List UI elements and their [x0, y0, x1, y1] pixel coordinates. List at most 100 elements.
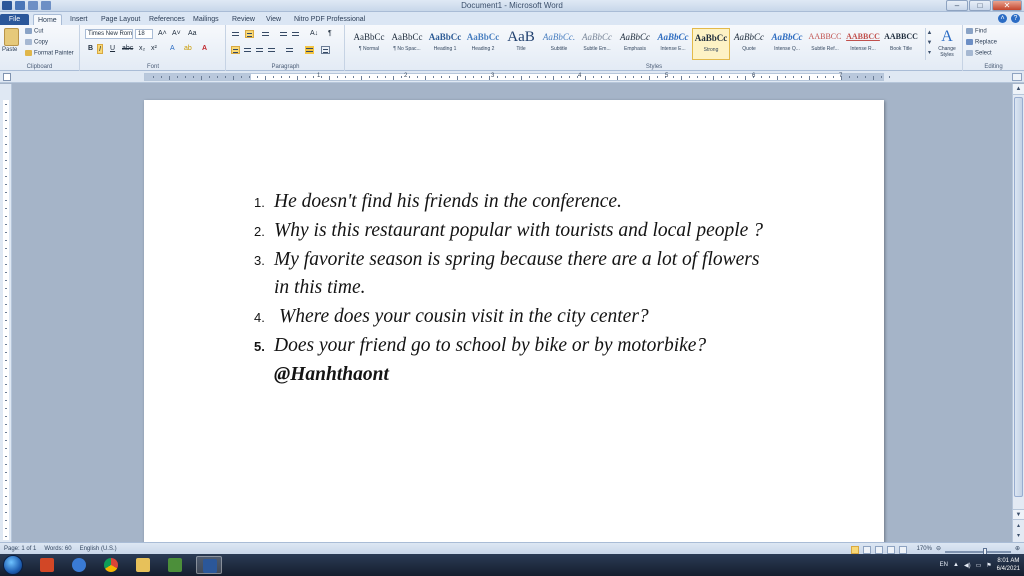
taskbar-word[interactable]: [196, 556, 222, 574]
cut-button[interactable]: Cut: [25, 28, 43, 35]
outline-view-button[interactable]: [886, 546, 895, 554]
underline-button[interactable]: U: [109, 44, 116, 54]
tab-page-layout[interactable]: Page Layout: [97, 14, 144, 25]
print-layout-view-button[interactable]: [850, 546, 859, 554]
sort-button[interactable]: A↓: [309, 29, 319, 39]
style-quote[interactable]: AaBbCc Quote: [730, 28, 768, 60]
styles-gallery-scroll[interactable]: ▲ ▼ ▾: [925, 28, 933, 60]
taskbar-game-app[interactable]: [162, 556, 188, 574]
horizontal-ruler[interactable]: 1 2 3 4 5 6 7: [144, 73, 890, 81]
align-right-button[interactable]: [255, 46, 264, 54]
draft-view-button[interactable]: [898, 546, 907, 554]
font-color-button[interactable]: A: [201, 44, 208, 54]
style-subtitle[interactable]: AaBbCc. Subtitle: [540, 28, 578, 60]
view-ruler-button[interactable]: [1012, 73, 1022, 81]
tab-selector[interactable]: [3, 73, 11, 81]
style-emphasis[interactable]: AaBbCc Emphasis: [616, 28, 654, 60]
tab-file[interactable]: File: [0, 14, 29, 25]
close-button[interactable]: ✕: [992, 0, 1022, 11]
decrease-indent-button[interactable]: [279, 30, 288, 38]
numbering-button[interactable]: [245, 30, 254, 38]
style-intense-quote[interactable]: AaBbCc Intense Q...: [768, 28, 806, 60]
style-normal[interactable]: AaBbCc ¶ Normal: [350, 28, 388, 60]
web-layout-view-button[interactable]: [874, 546, 883, 554]
chevron-up-icon[interactable]: ▲: [926, 28, 933, 38]
style-subtle-emphasis[interactable]: AaBbCc Subtle Em...: [578, 28, 616, 60]
list-item[interactable]: 2. Why is this restaurant popular with to…: [254, 217, 774, 246]
volume-icon[interactable]: ◀): [964, 562, 971, 569]
vertical-scrollbar[interactable]: ▲ ▼ ▴ ▾: [1012, 84, 1024, 542]
tray-expand-icon[interactable]: ▲: [953, 562, 959, 568]
borders-button[interactable]: [321, 46, 330, 54]
scroll-down-icon[interactable]: ▼: [1013, 509, 1024, 520]
document-page[interactable]: 1. He doesn't find his friends in the con…: [144, 100, 884, 570]
tab-insert[interactable]: Insert: [66, 14, 92, 25]
style-heading-1[interactable]: AaBbCc Heading 1: [426, 28, 464, 60]
list-item[interactable]: 1. He doesn't find his friends in the con…: [254, 188, 774, 217]
help-icon[interactable]: ?: [1011, 14, 1020, 23]
maximize-button[interactable]: □: [969, 0, 991, 11]
change-styles-button[interactable]: A Change Styles: [934, 28, 960, 58]
show-formatting-button[interactable]: ¶: [327, 29, 333, 39]
strikethrough-button[interactable]: abc: [121, 44, 134, 54]
more-styles-icon[interactable]: ▾: [926, 48, 933, 58]
taskbar-chrome[interactable]: [98, 556, 124, 574]
action-center-flag-icon[interactable]: ⚑: [986, 562, 991, 569]
grow-font-button[interactable]: A˄: [157, 29, 168, 39]
scroll-up-icon[interactable]: ▲: [1013, 84, 1024, 95]
start-button[interactable]: [3, 555, 23, 575]
signature-text[interactable]: @Hanhthaont: [254, 361, 774, 390]
scrollbar-thumb[interactable]: [1014, 97, 1023, 497]
taskbar-file-explorer[interactable]: [130, 556, 156, 574]
taskbar-media-player[interactable]: [66, 556, 92, 574]
justify-button[interactable]: [267, 46, 276, 54]
style-intense-reference[interactable]: AABBCC Intense R...: [844, 28, 882, 60]
italic-button[interactable]: I: [97, 44, 103, 54]
tab-references[interactable]: References: [145, 14, 189, 25]
list-item[interactable]: 3. My favorite season is spring because t…: [254, 246, 774, 304]
style-strong[interactable]: AaBbCc Strong: [692, 28, 730, 60]
paste-icon[interactable]: [4, 28, 19, 46]
line-spacing-button[interactable]: [285, 46, 294, 54]
select-button[interactable]: Select: [966, 50, 992, 57]
bold-button[interactable]: B: [87, 44, 94, 54]
ribbon-collapse-icon[interactable]: ˄: [998, 14, 1007, 23]
style-title[interactable]: AaB Title: [502, 28, 540, 60]
align-center-button[interactable]: [243, 46, 252, 54]
chevron-down-icon[interactable]: ▼: [926, 38, 933, 48]
replace-button[interactable]: Replace: [966, 39, 997, 46]
text-effects-button[interactable]: A: [169, 44, 176, 54]
change-case-button[interactable]: Aa: [187, 29, 198, 39]
align-left-button[interactable]: [231, 46, 240, 54]
next-page-icon[interactable]: ▾: [1014, 532, 1023, 541]
list-item[interactable]: 5. Does your friend go to school by bike …: [254, 332, 774, 361]
find-button[interactable]: Find: [966, 28, 987, 35]
copy-button[interactable]: Copy: [25, 39, 48, 46]
tab-review[interactable]: Review: [228, 14, 259, 25]
superscript-button[interactable]: x²: [150, 44, 158, 54]
increase-indent-button[interactable]: [291, 30, 300, 38]
zoom-slider[interactable]: [944, 547, 1011, 556]
style-intense-emphasis[interactable]: AaBbCc Intense E...: [654, 28, 692, 60]
multilevel-list-button[interactable]: [261, 30, 270, 38]
font-size-select[interactable]: 18: [135, 29, 153, 39]
subscript-button[interactable]: x₂: [138, 44, 146, 54]
style-subtle-reference[interactable]: AABBCC Subtle Ref...: [806, 28, 844, 60]
highlight-button[interactable]: ab: [183, 44, 193, 54]
input-language[interactable]: EN: [940, 562, 948, 568]
style-book-title[interactable]: AABBCC Book Title: [882, 28, 920, 60]
shading-button[interactable]: [305, 46, 314, 54]
tab-mailings[interactable]: Mailings: [189, 14, 223, 25]
clock[interactable]: 8:01 AM 6/4/2021: [997, 557, 1020, 573]
previous-page-icon[interactable]: ▴: [1014, 522, 1023, 531]
minimize-button[interactable]: –: [946, 0, 968, 11]
paste-button[interactable]: Paste: [2, 47, 17, 53]
tab-home[interactable]: Home: [33, 14, 62, 25]
tab-nitro-pdf[interactable]: Nitro PDF Professional: [290, 14, 369, 25]
tab-view[interactable]: View: [262, 14, 285, 25]
bullets-button[interactable]: [231, 30, 240, 38]
list-item[interactable]: 4. Where does your cousin visit in the ci…: [254, 303, 774, 332]
network-icon[interactable]: ▭: [976, 562, 982, 569]
format-painter-button[interactable]: Format Painter: [25, 50, 74, 57]
full-screen-view-button[interactable]: [862, 546, 871, 554]
